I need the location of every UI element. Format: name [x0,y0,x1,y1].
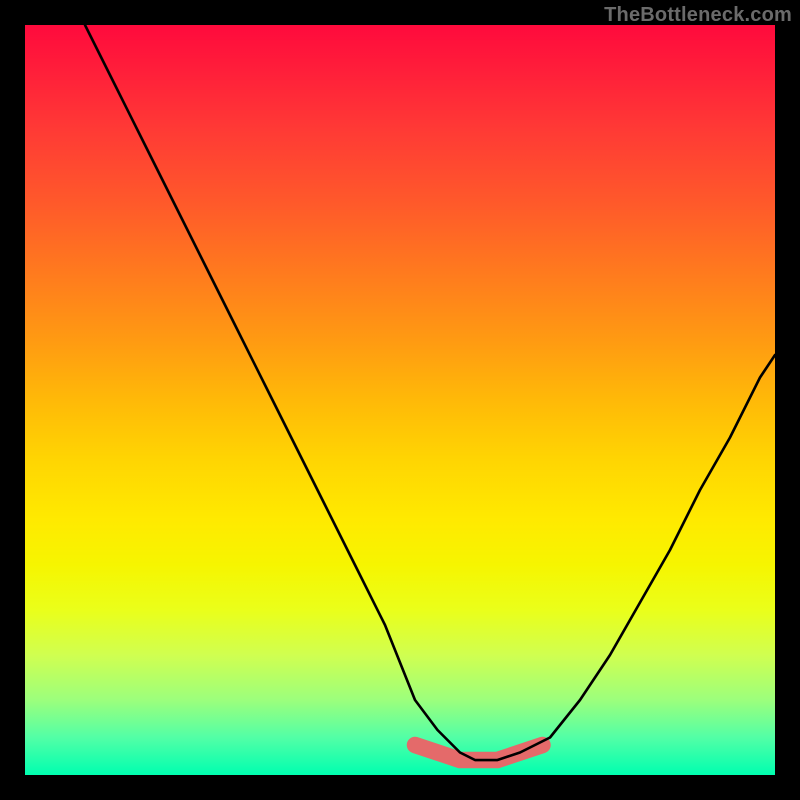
chart-frame: TheBottleneck.com [0,0,800,800]
plot-area [25,25,775,775]
highlight-band-series [415,745,543,760]
bottleneck-curve-path [85,25,775,760]
highlight-band-path [415,745,543,760]
watermark-text: TheBottleneck.com [604,4,792,27]
chart-svg [25,25,775,775]
bottleneck-curve-series [85,25,775,760]
